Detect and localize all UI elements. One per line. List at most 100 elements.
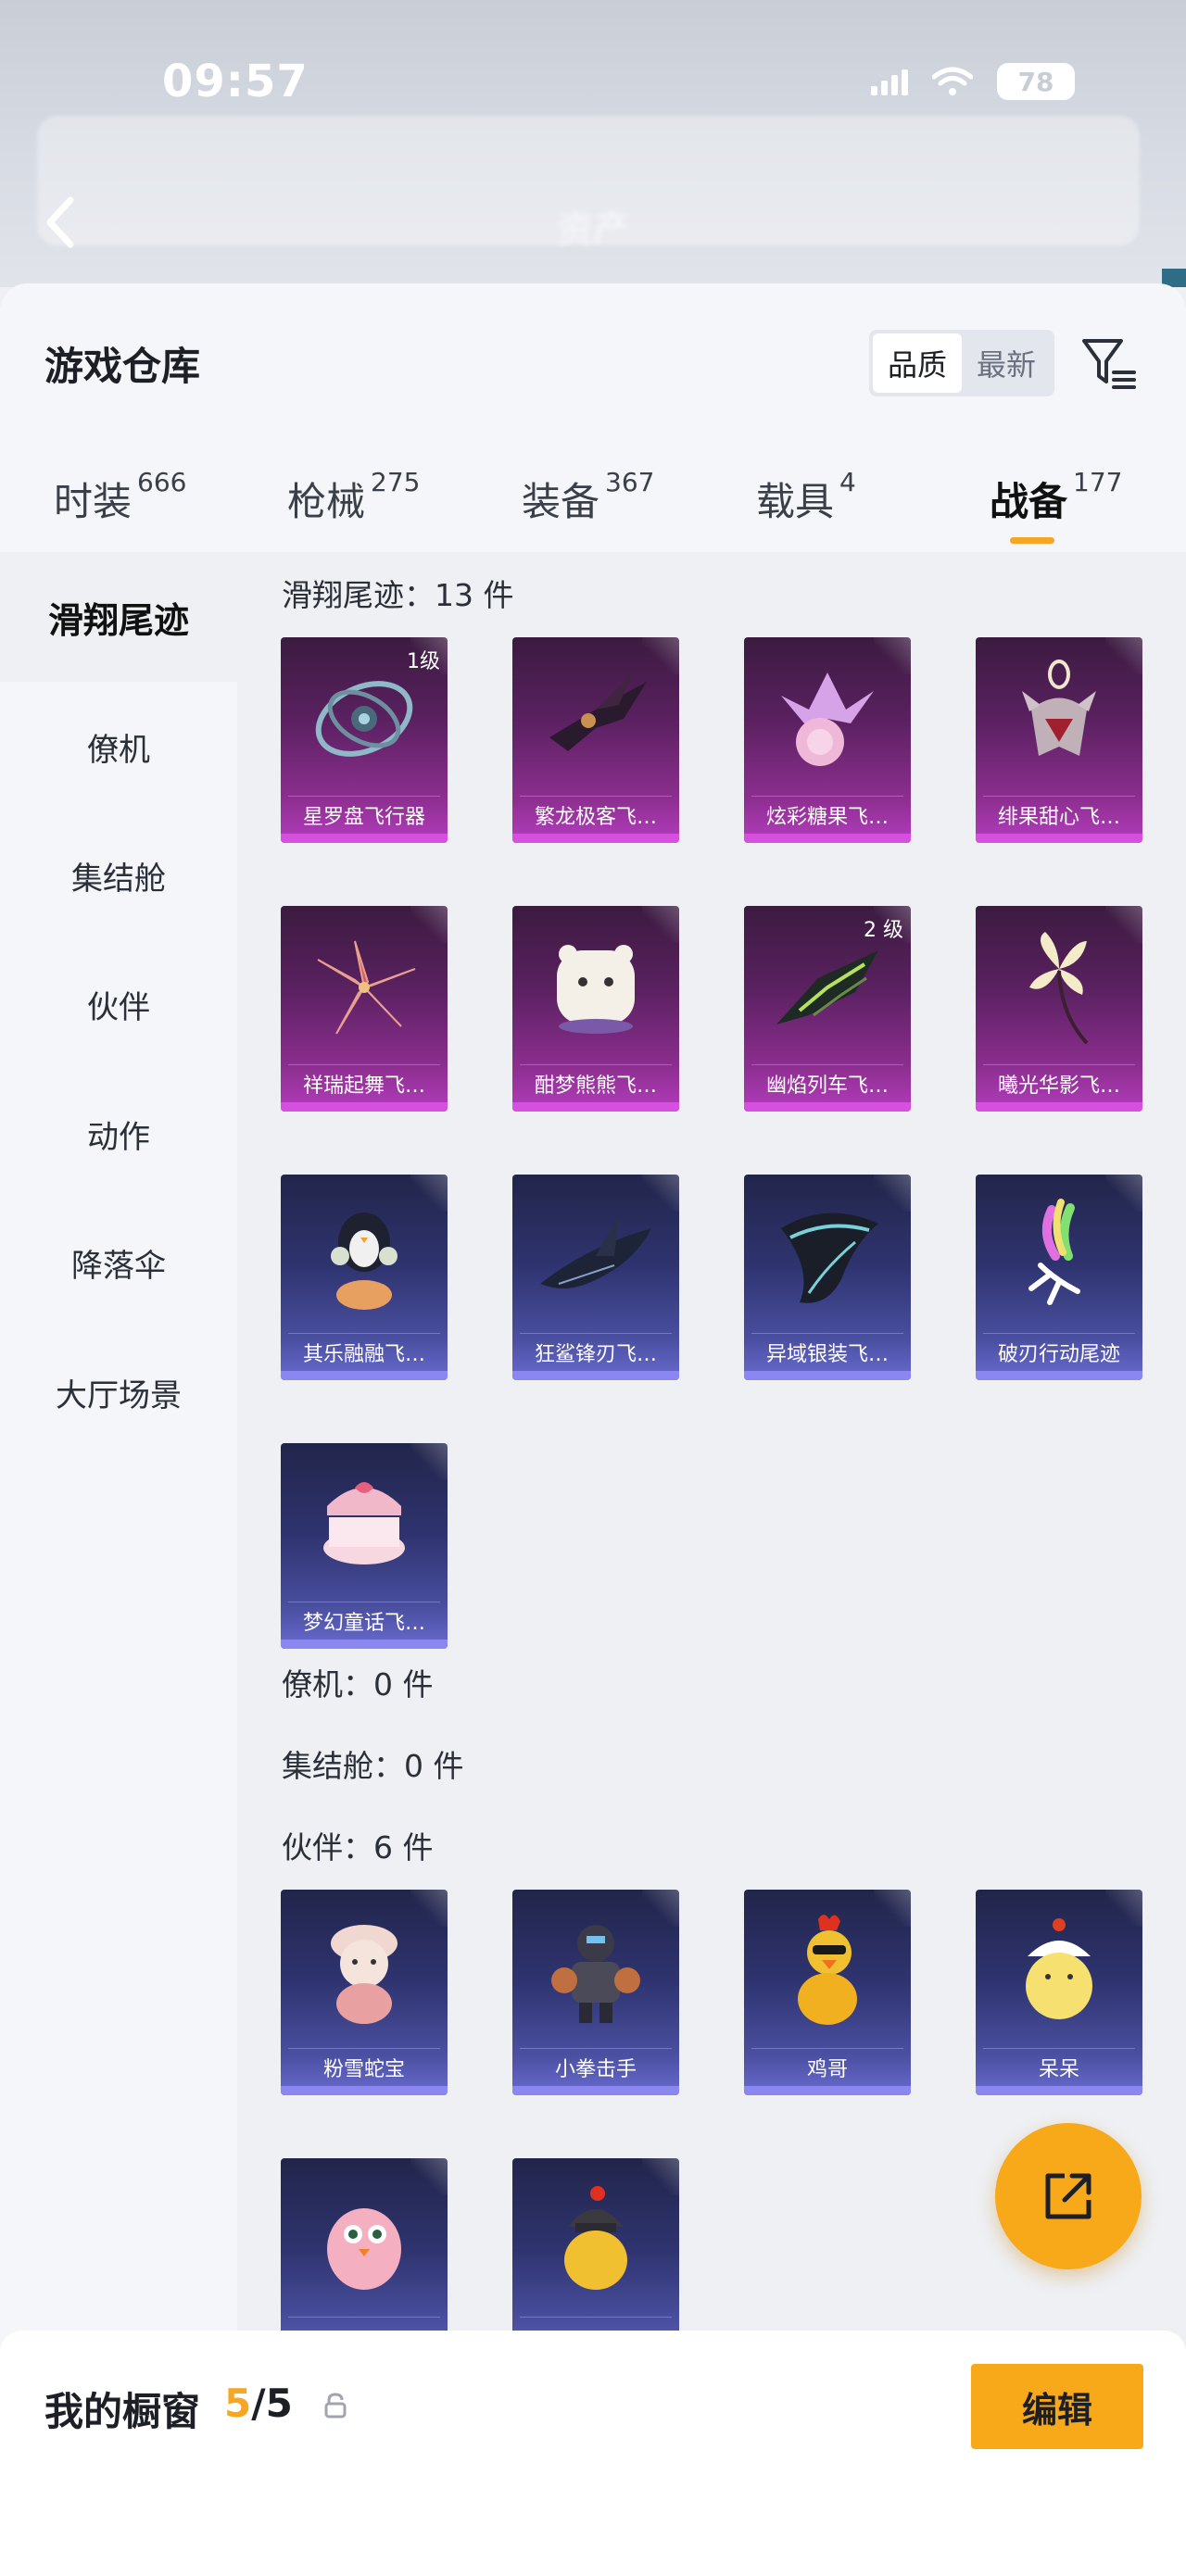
tab-count: 666 (137, 467, 187, 497)
item-card[interactable]: 1级 星罗盘飞行器 (281, 637, 448, 843)
item-card[interactable]: 鸡哥 (744, 1890, 911, 2095)
section-title-glide: 滑翔尾迹：13 件 (282, 577, 514, 613)
sidebar-item-lobby-scene[interactable]: 大厅场景 (0, 1327, 237, 1457)
section-title-wingman: 僚机：0 件 (282, 1666, 434, 1703)
item-name: 破刃行动尾迹 (997, 1343, 1120, 1366)
item-card[interactable]: 炫彩糖果飞… (744, 637, 911, 843)
share-button[interactable] (995, 2123, 1142, 2269)
category-tabs: 时装 666 枪械 275 装备 367 载具 4 战备 177 (0, 459, 1186, 552)
wifi-icon (932, 67, 973, 95)
item-name: 祥瑞起舞飞… (302, 1074, 425, 1098)
item-name: 炫彩糖果飞… (765, 806, 889, 829)
battery-icon: 78 (997, 63, 1075, 100)
showcase-total: /5 (251, 2381, 293, 2426)
item-level-badge: 2 级 (864, 919, 903, 942)
back-icon[interactable] (41, 195, 78, 250)
item-card[interactable]: 梦幻童话飞… (281, 1443, 448, 1649)
dancing-glider-icon (317, 940, 416, 1035)
item-name: 繁龙极客飞… (534, 806, 657, 829)
item-name: 其乐融融飞… (302, 1343, 425, 1366)
silver-wing-glider-icon (781, 1213, 878, 1303)
item-card[interactable]: 小拳击手 (512, 1890, 679, 2095)
item-name: 异域银装飞… (765, 1343, 889, 1366)
filter-icon[interactable] (1079, 332, 1142, 395)
item-name: 幽焰列车飞… (765, 1074, 889, 1098)
showcase-count: 5/5 (224, 2381, 293, 2426)
item-name: 粉雪蛇宝 (322, 2058, 405, 2081)
item-card[interactable]: 破刃行动尾迹 (976, 1175, 1142, 1380)
rooster-partner-icon (798, 1915, 857, 2025)
section-title-partner: 伙伴：6 件 (282, 1829, 434, 1866)
warehouse-sheet: 游戏仓库 品质 最新 时装 666 枪械 275 装备 367 载具 4 战备 … (0, 283, 1186, 2576)
snow-snake-partner-icon (331, 1925, 397, 2024)
chick-partner-icon (1026, 1918, 1092, 2019)
external-link-icon (1045, 2173, 1091, 2219)
sidebar-item-wingman[interactable]: 僚机 (0, 682, 237, 811)
item-name: 梦幻童话飞… (302, 1612, 425, 1635)
helmet-chick-partner-icon (564, 2186, 627, 2290)
tab-equipment[interactable]: 装备 367 (522, 467, 654, 535)
item-card[interactable]: 曦光华影飞… (976, 906, 1142, 1112)
page-title: 游戏仓库 (44, 344, 201, 389)
tab-label: 战备 (990, 479, 1068, 524)
item-name: 呆呆 (1038, 2058, 1079, 2081)
tab-count: 275 (371, 467, 421, 497)
item-card[interactable]: 祥瑞起舞飞… (281, 906, 448, 1112)
flower-glider-icon (1029, 932, 1089, 1045)
lock-icon (324, 2393, 347, 2419)
item-card[interactable]: 绯果甜心飞… (976, 637, 1142, 843)
fairytale-glider-icon (323, 1482, 405, 1564)
item-card[interactable]: 粉雪蛇宝 (281, 1890, 448, 2095)
sweetheart-glider-icon (1022, 660, 1096, 756)
tab-count: 4 (839, 467, 856, 497)
background-tab-hint: 资产 (556, 208, 630, 251)
tab-count: 367 (605, 467, 655, 497)
item-card[interactable]: 其乐融融飞… (281, 1175, 448, 1380)
active-tab-indicator (1010, 537, 1054, 544)
smoke-trail-icon (1028, 1199, 1080, 1305)
tab-count: 177 (1073, 467, 1123, 497)
item-card[interactable]: 酣梦熊熊飞… (512, 906, 679, 1112)
item-card[interactable]: 繁龙极客飞… (512, 637, 679, 843)
candy-glider-icon (781, 672, 874, 766)
tab-label: 时装 (54, 479, 132, 524)
item-card[interactable]: 异域银装飞… (744, 1175, 911, 1380)
item-name: 星罗盘飞行器 (302, 806, 425, 829)
sidebar-item-emote[interactable]: 动作 (0, 1069, 237, 1199)
item-grid-area: 滑翔尾迹：13 件 1级 星罗盘飞行器 繁龙极客飞… 炫彩糖果飞… 绯果甜心飞…… (237, 552, 1186, 2576)
status-time: 09:57 (162, 56, 309, 107)
tab-label: 载具 (756, 479, 835, 524)
tab-fashion[interactable]: 时装 666 (54, 467, 186, 535)
item-name: 曦光华影飞… (997, 1074, 1120, 1098)
item-level-badge: 1级 (407, 650, 440, 673)
sidebar-item-glide-trail[interactable]: 滑翔尾迹 (0, 552, 237, 682)
item-name: 小拳击手 (554, 2058, 637, 2081)
item-card[interactable]: 呆呆 (976, 1890, 1142, 2095)
sidebar-item-rally-pod[interactable]: 集结舱 (0, 810, 237, 940)
sort-toggle: 品质 最新 (869, 330, 1054, 396)
tab-vehicles[interactable]: 载具 4 (756, 467, 856, 535)
status-area: 资产 09:57 78 (0, 0, 1186, 287)
item-name: 酣梦熊熊飞… (534, 1074, 657, 1098)
section-title-rally-pod: 集结舱：0 件 (282, 1748, 464, 1784)
showcase-label: 我的橱窗 (44, 2389, 201, 2434)
bear-glider-icon (557, 945, 635, 1034)
status-icons: 78 (871, 63, 1075, 100)
item-card[interactable]: 2 级 幽焰列车飞… (744, 906, 911, 1112)
sidebar-item-partner[interactable]: 伙伴 (0, 939, 237, 1069)
item-card[interactable]: 狂鲨锋刃飞… (512, 1175, 679, 1380)
edit-button[interactable]: 编辑 (971, 2364, 1143, 2449)
sort-latest-button[interactable]: 最新 (962, 333, 1051, 393)
sort-quality-button[interactable]: 品质 (873, 333, 962, 393)
tab-guns[interactable]: 枪械 275 (287, 467, 420, 535)
signal-icon (871, 68, 908, 95)
pink-bird-partner-icon (327, 2208, 401, 2290)
penguin-glider-icon (331, 1213, 397, 1310)
dragon-glider-icon (549, 672, 647, 751)
item-name: 鸡哥 (806, 2058, 848, 2081)
tab-label: 枪械 (287, 479, 366, 524)
boxer-partner-icon (551, 1925, 640, 2023)
tab-battle-gear[interactable]: 战备 177 (990, 467, 1122, 535)
item-name: 绯果甜心飞… (997, 806, 1120, 829)
sidebar-item-parachute[interactable]: 降落伞 (0, 1198, 237, 1327)
